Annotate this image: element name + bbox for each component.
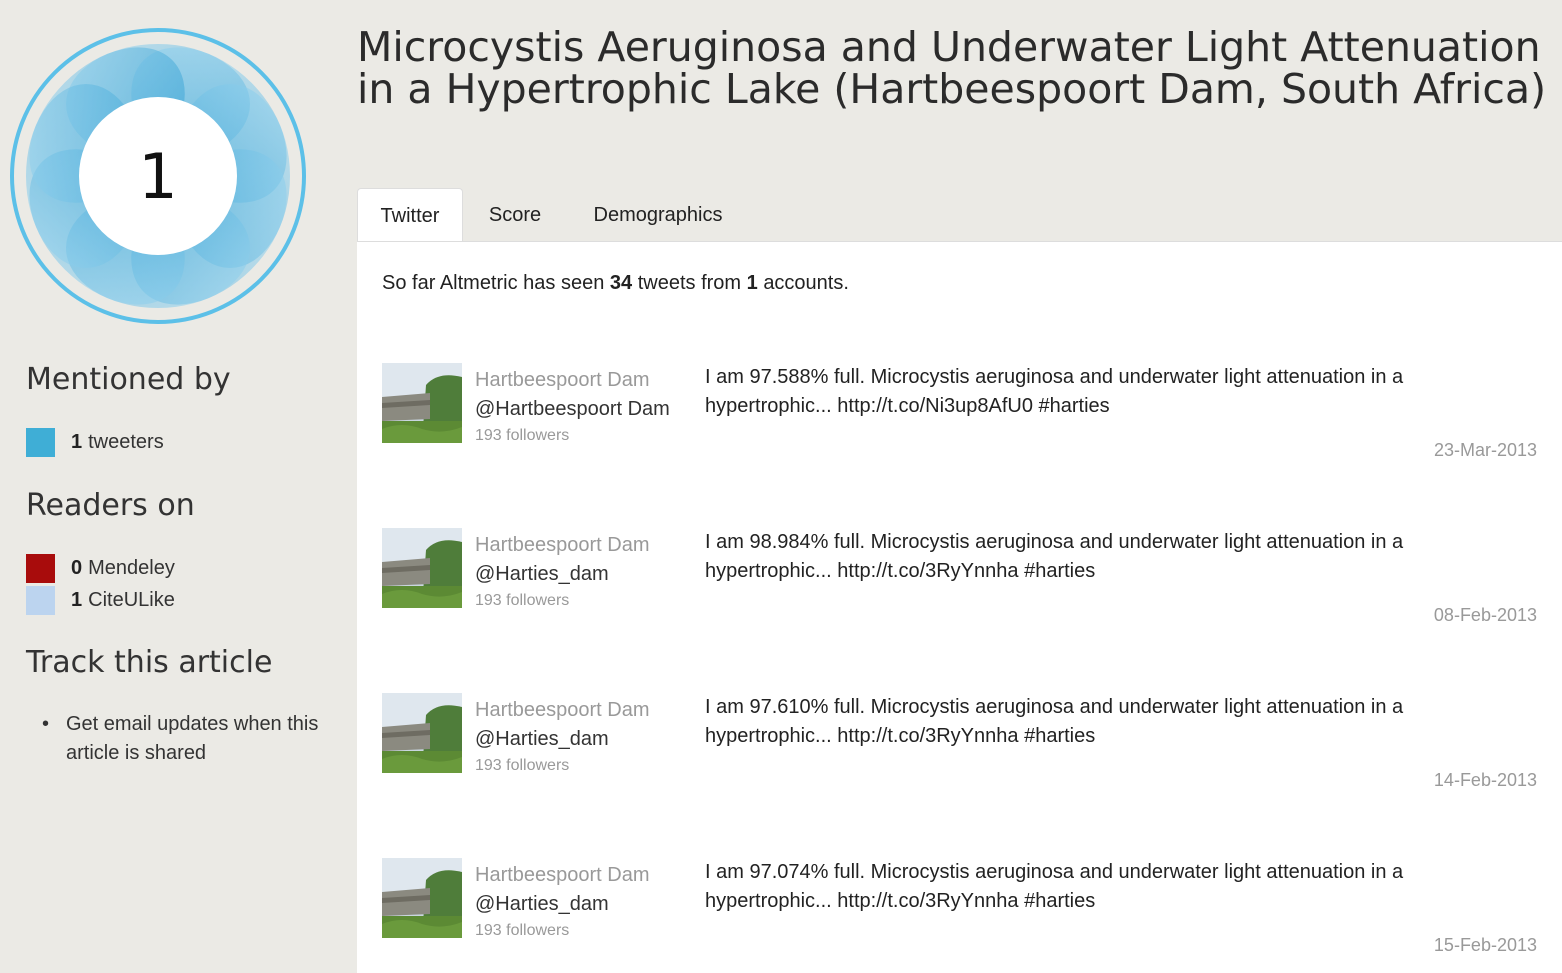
author-name[interactable]: Hartbeespoort Dam [475, 861, 650, 890]
author-followers: 193 followers [475, 427, 570, 444]
tweet-text: I am 97.610% full. Microcystis aeruginos… [705, 693, 1495, 751]
sidebar: 1 Mentioned by 1 tweeters Readers on 0 M… [0, 0, 356, 972]
tweet-hashtag[interactable]: #harties [1024, 890, 1095, 912]
user-avatar[interactable] [382, 693, 462, 773]
tweet-hashtag[interactable]: #harties [1024, 560, 1095, 582]
tweet-author: Hartbeespoort Dam @Harties_dam 193 follo… [475, 861, 650, 943]
author-handle[interactable]: @Harties_dam [475, 725, 650, 754]
summary-account-count: 1 [746, 272, 758, 294]
summary-prefix: So far Altmetric has seen [382, 272, 605, 294]
tweet-date[interactable]: 15-Feb-2013 [1434, 935, 1537, 956]
tweet-item: Hartbeespoort Dam @Hartbeespoort Dam 193… [382, 363, 1537, 473]
tweet-hashtag[interactable]: #harties [1024, 725, 1095, 747]
tweet-author: Hartbeespoort Dam @Harties_dam 193 follo… [475, 696, 650, 778]
tweeters-label: tweeters [88, 430, 164, 453]
track-article-heading: Track this article [26, 645, 273, 680]
summary-middle: tweets from [637, 272, 742, 294]
summary-suffix: accounts. [763, 272, 849, 294]
citeulike-count: 1 [71, 588, 83, 611]
email-updates-link[interactable]: Get email updates when this article is s… [66, 713, 318, 764]
tweet-date[interactable]: 23-Mar-2013 [1434, 440, 1537, 461]
tweeters-count: 1 [71, 430, 83, 453]
summary-tweet-count: 34 [609, 272, 633, 294]
author-followers: 193 followers [475, 757, 570, 774]
article-title: Microcystis Aeruginosa and Underwater Li… [357, 23, 1547, 113]
citeulike-swatch [26, 585, 55, 615]
tweet-link[interactable]: http://t.co/3RyYnnha [837, 725, 1018, 747]
tab-demographics[interactable]: Demographics [577, 188, 739, 242]
user-avatar[interactable] [382, 858, 462, 938]
tweet-text: I am 97.074% full. Microcystis aeruginos… [705, 858, 1495, 916]
tweet-item: Hartbeespoort Dam @Harties_dam 193 follo… [382, 858, 1537, 968]
tweet-hashtag[interactable]: #harties [1039, 395, 1110, 417]
tweet-item: Hartbeespoort Dam @Harties_dam 193 follo… [382, 693, 1537, 803]
mendeley-label: Mendeley [88, 556, 175, 579]
tweet-text: I am 97.588% full. Microcystis aeruginos… [705, 363, 1495, 421]
tweet-author: Hartbeespoort Dam @Hartbeespoort Dam 193… [475, 366, 670, 448]
author-followers: 193 followers [475, 922, 570, 939]
tweet-item: Hartbeespoort Dam @Harties_dam 193 follo… [382, 528, 1537, 638]
tweet-author: Hartbeespoort Dam @Harties_dam 193 follo… [475, 531, 650, 613]
user-avatar[interactable] [382, 363, 462, 443]
user-avatar[interactable] [382, 528, 462, 608]
tweet-summary: So far Altmetric has seen 34 tweets from… [382, 272, 849, 295]
tweet-date[interactable]: 08-Feb-2013 [1434, 605, 1537, 626]
legend-row-citeulike[interactable]: 1 CiteULike [26, 585, 175, 615]
readers-on-heading: Readers on [26, 488, 195, 523]
author-handle[interactable]: @Hartbeespoort Dam [475, 395, 670, 424]
tweet-date[interactable]: 14-Feb-2013 [1434, 770, 1537, 791]
tab-score[interactable]: Score [475, 188, 555, 242]
author-handle[interactable]: @Harties_dam [475, 560, 650, 589]
bullet-icon: • [42, 713, 50, 735]
citeulike-label: CiteULike [88, 588, 175, 611]
tweeters-swatch [26, 427, 55, 457]
author-handle[interactable]: @Harties_dam [475, 890, 650, 919]
mentioned-by-heading: Mentioned by [26, 362, 231, 397]
tweet-text: I am 98.984% full. Microcystis aeruginos… [705, 528, 1495, 586]
twitter-panel: So far Altmetric has seen 34 tweets from… [357, 241, 1562, 973]
tweet-link[interactable]: http://t.co/Ni3up8AfU0 [837, 395, 1033, 417]
author-followers: 193 followers [475, 592, 570, 609]
track-list: • Get email updates when this article is… [42, 710, 336, 768]
tweet-link[interactable]: http://t.co/3RyYnnha [837, 560, 1018, 582]
author-name[interactable]: Hartbeespoort Dam [475, 366, 670, 395]
mendeley-count: 0 [71, 556, 83, 579]
tab-twitter[interactable]: Twitter [357, 188, 463, 243]
author-name[interactable]: Hartbeespoort Dam [475, 531, 650, 560]
altmetric-score: 1 [138, 139, 178, 213]
legend-row-tweeters[interactable]: 1 tweeters [26, 427, 164, 457]
author-name[interactable]: Hartbeespoort Dam [475, 696, 650, 725]
tweet-link[interactable]: http://t.co/3RyYnnha [837, 890, 1018, 912]
legend-row-mendeley[interactable]: 0 Mendeley [26, 553, 175, 583]
mendeley-swatch [26, 553, 55, 583]
tab-bar: Twitter Score Demographics [357, 188, 1562, 243]
